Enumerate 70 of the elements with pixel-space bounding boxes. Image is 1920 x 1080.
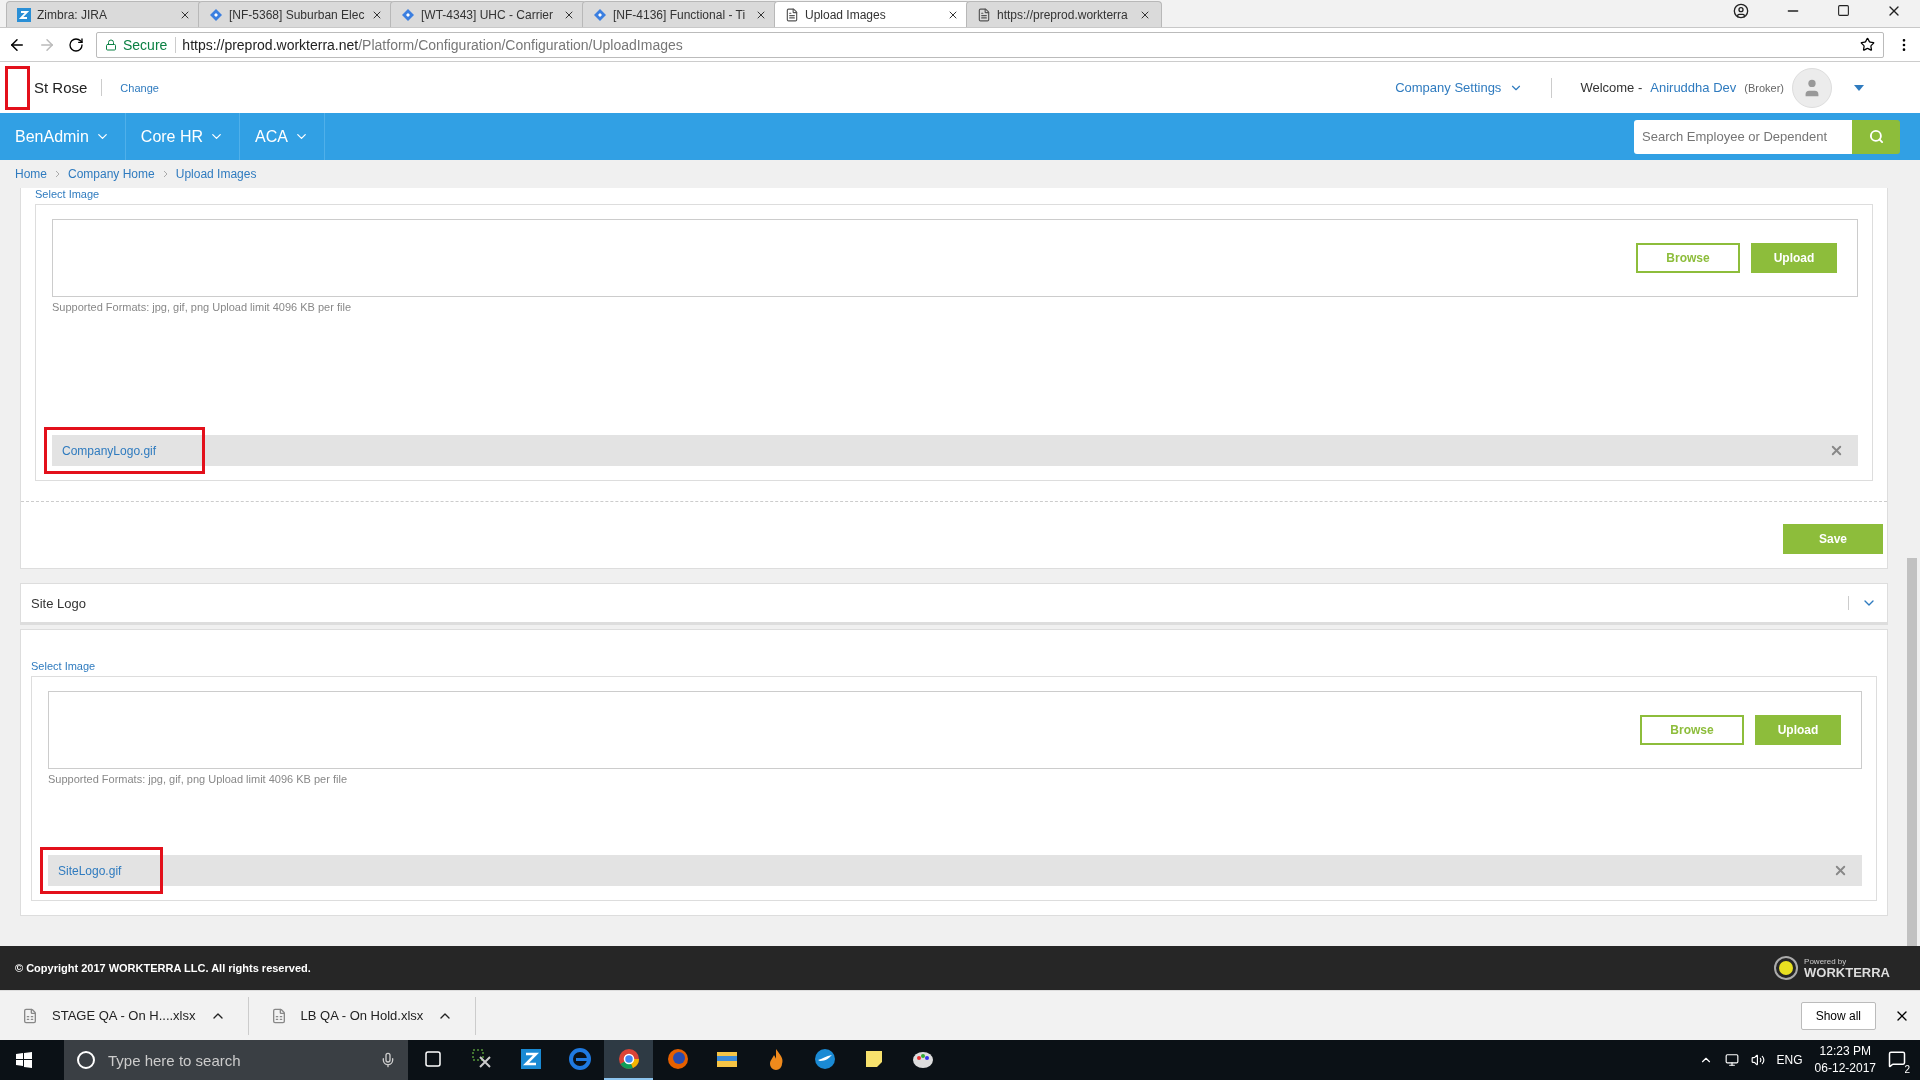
chrome-icon[interactable] [616, 1047, 641, 1071]
search-icon [76, 1050, 96, 1070]
nav-menu-item[interactable]: BenAdmin [0, 113, 126, 160]
nav-menu-item[interactable]: Core HR [125, 113, 241, 160]
url-text: https://preprod.workterra.net/Platform/Configuration/Configuration/UploadImages [182, 36, 683, 53]
chevron-right-icon [162, 170, 168, 178]
bird-icon[interactable] [812, 1047, 837, 1071]
z-icon [17, 7, 31, 22]
search-icon [1868, 129, 1884, 144]
lock-icon [105, 38, 117, 51]
z-icon[interactable] [518, 1047, 543, 1071]
show-all-button[interactable]: Show all [1800, 1001, 1876, 1030]
network-icon[interactable] [1724, 1053, 1739, 1067]
e-icon[interactable] [567, 1047, 592, 1071]
search-field[interactable]: Search Employee or Dependent [1634, 119, 1852, 154]
nav-menu-item[interactable]: ACA [240, 113, 325, 160]
windows-start-icon[interactable] [16, 1052, 32, 1068]
address-bar[interactable]: Secure https://preprod.workterra.net/Platform/Configuration/Configuration/UploadImages [96, 31, 1884, 58]
breadcrumb-link[interactable]: Upload Images [175, 167, 257, 181]
company-name: St Rose [34, 79, 103, 96]
breadcrumb-link[interactable]: Home [15, 167, 47, 181]
file-link[interactable]: CompanyLogo.gif [52, 443, 157, 458]
user-role: (Broker) [1744, 81, 1784, 94]
select-image-label: Select Image [31, 660, 97, 674]
format-hint: Supported Formats: jpg, gif, png Upload limit 4096 KB per file [52, 301, 352, 313]
spreadsheet-icon [22, 1007, 38, 1024]
notification-count: 2 [1902, 1063, 1912, 1075]
avatar[interactable] [1792, 67, 1832, 108]
profile-icon[interactable] [1733, 2, 1749, 19]
caret-icon[interactable] [1854, 84, 1864, 91]
user-name-link[interactable]: Aniruddha Dev [1650, 80, 1737, 95]
diamond-icon [209, 7, 223, 22]
notifications-icon[interactable] [1888, 1049, 1906, 1068]
search-button[interactable] [1852, 119, 1900, 154]
search-placeholder: Type here to search [108, 1051, 241, 1069]
reload-icon[interactable] [68, 36, 84, 53]
clock[interactable]: 12:23 PM 06-12-2017 [1814, 1043, 1876, 1077]
welcome-text: Welcome - [1580, 80, 1643, 95]
secure-label: Secure [123, 36, 177, 53]
copyright-text: © Copyright 2017 WORKTERRA LLC. All rights reserved. [15, 962, 311, 974]
workterra-logo-icon [1774, 956, 1799, 980]
page-icon [785, 7, 799, 22]
taskbar-search-field[interactable]: Type here to search [64, 1040, 408, 1080]
powered-by-text: Powered by [1804, 957, 1848, 966]
download-file-name: LB QA - On Hold.xlsx [300, 1008, 424, 1023]
firefox-icon[interactable] [665, 1047, 690, 1071]
format-hint: Supported Formats: jpg, gif, png Upload limit 4096 KB per file [48, 773, 348, 785]
chevron-right-icon [55, 170, 60, 178]
download-file-name: STAGE QA - On H....xlsx [52, 1008, 196, 1023]
browser-tab[interactable]: https://preprod.workterra [966, 1, 1162, 27]
breadcrumb-link[interactable]: Company Home [68, 167, 155, 181]
download-item[interactable]: STAGE QA - On H....xlsx [0, 996, 249, 1035]
volume-icon[interactable] [1750, 1053, 1765, 1067]
section-header[interactable]: Site Logo [20, 583, 1888, 625]
download-item[interactable]: LB QA - On Hold.xlsx [248, 996, 477, 1035]
restore-icon[interactable] [1837, 4, 1850, 17]
page-icon [977, 7, 991, 22]
spreadsheet-icon [270, 1007, 287, 1024]
diamond-icon [401, 7, 415, 22]
language-indicator[interactable]: ENG [1776, 1053, 1803, 1067]
select-image-label: Select Image [35, 188, 101, 202]
company-settings-menu[interactable]: Company Settings [1395, 80, 1502, 95]
file-link[interactable]: SiteLogo.gif [48, 863, 122, 878]
bookmark-icon[interactable] [1860, 37, 1875, 52]
section-title: Site Logo [31, 595, 86, 611]
scrollbar-thumb[interactable] [1907, 558, 1917, 946]
change-link[interactable]: Change [120, 81, 159, 94]
diamond-icon [593, 7, 607, 22]
brand-text: WORKTERRA [1804, 965, 1890, 979]
microphone-icon[interactable] [380, 1052, 396, 1068]
